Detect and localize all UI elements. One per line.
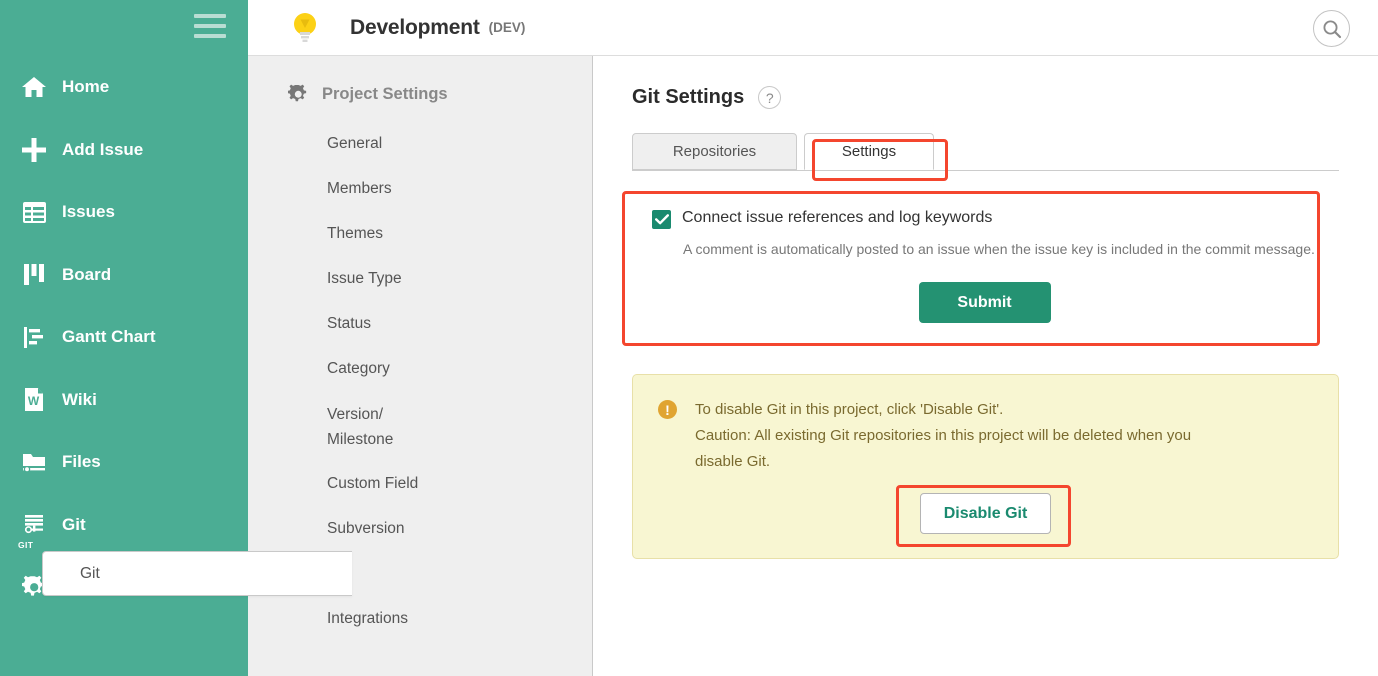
settings-nav-item-custom-field[interactable]: Custom Field xyxy=(248,461,592,506)
exclamation-circle-icon: ! xyxy=(658,400,677,419)
settings-nav-item-subversion[interactable]: Subversion xyxy=(248,506,592,551)
project-key-label: (DEV) xyxy=(489,20,526,35)
svg-text:W: W xyxy=(28,394,40,408)
connect-issue-references-row: Connect issue references and log keyword… xyxy=(652,208,1317,229)
tab-bar: Repositories Settings xyxy=(632,133,1339,171)
settings-nav-heading-label: Project Settings xyxy=(322,85,448,104)
home-icon xyxy=(17,72,51,102)
main-content: Git Settings ? Repositories Settings Con… xyxy=(593,56,1378,676)
git-icon-sublabel: GIT xyxy=(18,540,33,550)
settings-nav-item-line1: Version/ xyxy=(327,402,592,427)
sidebar-item-label: Gantt Chart xyxy=(62,327,156,347)
settings-nav-item-git[interactable]: Git xyxy=(42,551,352,596)
gear-icon xyxy=(288,84,309,105)
submit-button[interactable]: Submit xyxy=(919,282,1051,323)
settings-nav-item-category[interactable]: Category xyxy=(248,346,592,391)
sidebar-item-label: Board xyxy=(62,265,111,285)
hamburger-icon[interactable] xyxy=(194,14,226,40)
sidebar-header xyxy=(0,0,248,56)
gantt-chart-icon xyxy=(17,322,51,352)
sidebar-item-board[interactable]: Board xyxy=(0,244,248,307)
sidebar-item-label: Wiki xyxy=(62,390,97,410)
settings-nav-item-issue-type[interactable]: Issue Type xyxy=(248,256,592,301)
disable-git-row: Disable Git xyxy=(658,493,1313,534)
sidebar-item-label: Home xyxy=(62,77,109,97)
sidebar-item-home[interactable]: Home xyxy=(0,56,248,119)
sidebar-item-label: Issues xyxy=(62,202,115,222)
plus-icon xyxy=(17,135,51,165)
settings-nav-heading: Project Settings xyxy=(248,56,592,105)
sidebar-item-label: Files xyxy=(62,452,101,472)
disable-git-button[interactable]: Disable Git xyxy=(920,493,1051,534)
top-header: Development (DEV) xyxy=(248,0,1378,56)
warning-line-3: disable Git. xyxy=(695,449,1191,475)
question-mark-icon[interactable]: ? xyxy=(758,86,781,109)
list-icon xyxy=(17,197,51,227)
sidebar-item-add-issue[interactable]: Add Issue xyxy=(0,119,248,182)
settings-nav-item-line2: Milestone xyxy=(327,427,592,452)
settings-nav-item-general[interactable]: General xyxy=(248,121,592,166)
app-root: Home Add Issue xyxy=(0,0,1378,676)
sidebar-item-wiki[interactable]: W Wiki xyxy=(0,369,248,432)
warning-line-1: To disable Git in this project, click 'D… xyxy=(695,397,1191,423)
warning-row: ! To disable Git in this project, click … xyxy=(658,397,1313,475)
checkmark-icon xyxy=(655,214,669,225)
warning-text: To disable Git in this project, click 'D… xyxy=(695,397,1191,475)
search-icon[interactable] xyxy=(1313,10,1350,47)
git-settings-form: Connect issue references and log keyword… xyxy=(632,190,1339,344)
sidebar-item-label: Git xyxy=(62,515,86,535)
sidebar-item-git[interactable]: GIT Git xyxy=(0,494,248,557)
git-settings-title: Git Settings xyxy=(632,86,744,109)
content-title-row: Git Settings ? xyxy=(593,56,1378,109)
submit-row: Submit xyxy=(652,282,1317,323)
settings-nav-item-version-milestone[interactable]: Version/ Milestone xyxy=(248,391,592,461)
global-nav-list: Home Add Issue xyxy=(0,56,248,619)
sidebar-item-gantt-chart[interactable]: Gantt Chart xyxy=(0,306,248,369)
connect-issue-references-label: Connect issue references and log keyword… xyxy=(682,208,992,228)
disable-git-warning-box: ! To disable Git in this project, click … xyxy=(632,374,1339,559)
sidebar-item-issues[interactable]: Issues xyxy=(0,181,248,244)
settings-nav-item-themes[interactable]: Themes xyxy=(248,211,592,256)
lightbulb-icon xyxy=(290,11,320,45)
sidebar-item-label: Add Issue xyxy=(62,140,143,160)
wiki-document-icon: W xyxy=(17,385,51,415)
tab-repositories[interactable]: Repositories xyxy=(632,133,797,170)
page-title: Development xyxy=(350,16,480,40)
settings-nav-item-status[interactable]: Status xyxy=(248,301,592,346)
sidebar-item-files[interactable]: Files xyxy=(0,431,248,494)
connect-issue-references-checkbox[interactable] xyxy=(652,210,671,229)
files-folder-icon xyxy=(17,447,51,477)
warning-line-2: Caution: All existing Git repositories i… xyxy=(695,423,1191,449)
connect-issue-references-description: A comment is automatically posted to an … xyxy=(683,238,1333,260)
git-icon: GIT xyxy=(17,510,51,540)
board-icon xyxy=(17,260,51,290)
tab-settings[interactable]: Settings xyxy=(804,133,934,170)
settings-nav-item-members[interactable]: Members xyxy=(248,166,592,211)
settings-nav-item-integrations[interactable]: Integrations xyxy=(248,596,592,641)
